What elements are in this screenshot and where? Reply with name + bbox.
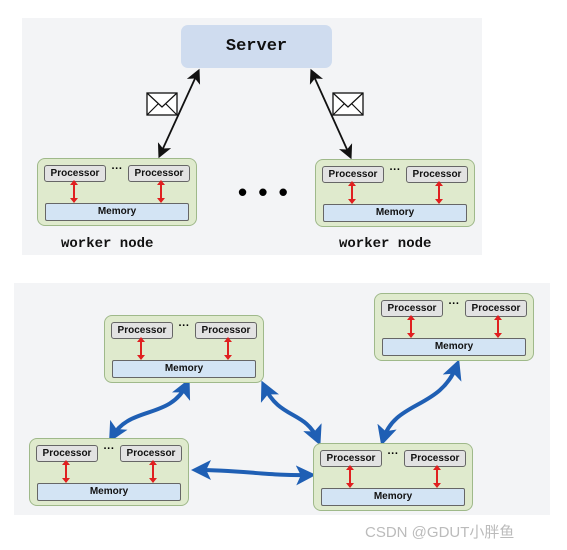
memory-box: Memory xyxy=(45,203,189,221)
server-box: Server xyxy=(181,25,332,68)
peer-link-b-d xyxy=(377,359,462,446)
worker-node: Processor ··· Processor Memory xyxy=(104,315,264,383)
worker-node-label: worker node xyxy=(61,236,154,252)
memory-access-arrow xyxy=(494,315,502,338)
memory-access-arrow xyxy=(70,180,78,203)
memory-access-arrow xyxy=(407,315,415,338)
memory-access-arrow xyxy=(348,181,356,204)
peer-link-a-c xyxy=(109,378,191,443)
processor-ellipsis: ··· xyxy=(103,443,115,455)
memory-access-arrow xyxy=(433,465,441,488)
more-workers-ellipsis: • • • xyxy=(238,177,290,207)
memory-access-arrow xyxy=(346,465,354,488)
memory-box: Memory xyxy=(112,360,256,378)
memory-access-arrow xyxy=(149,460,157,483)
memory-access-arrow xyxy=(435,181,443,204)
processor-ellipsis: ··· xyxy=(448,298,460,310)
worker-node-label: worker node xyxy=(339,236,432,252)
processor-ellipsis: ··· xyxy=(178,320,190,332)
peer-link-a-d xyxy=(260,380,322,446)
processor-ellipsis: ··· xyxy=(111,163,123,175)
watermark: CSDN @GDUT小胖鱼 xyxy=(365,524,515,541)
envelope-icon xyxy=(146,92,178,116)
worker-node: Processor ··· Processor Memory xyxy=(29,438,189,506)
envelope-icon xyxy=(332,92,364,116)
memory-access-arrow xyxy=(62,460,70,483)
processor-ellipsis: ··· xyxy=(389,164,401,176)
memory-box: Memory xyxy=(382,338,526,356)
worker-node: Processor ··· Processor Memory xyxy=(37,158,197,226)
worker-node: Processor ··· Processor Memory xyxy=(313,443,473,511)
memory-access-arrow xyxy=(224,337,232,360)
memory-box: Memory xyxy=(323,204,467,222)
memory-access-arrow xyxy=(157,180,165,203)
peer-link-c-d xyxy=(191,460,316,486)
memory-box: Memory xyxy=(37,483,181,501)
worker-node: Processor ··· Processor Memory xyxy=(374,293,534,361)
memory-access-arrow xyxy=(137,337,145,360)
processor-ellipsis: ··· xyxy=(387,448,399,460)
memory-box: Memory xyxy=(321,488,465,506)
worker-node: Processor ··· Processor Memory xyxy=(315,159,475,227)
